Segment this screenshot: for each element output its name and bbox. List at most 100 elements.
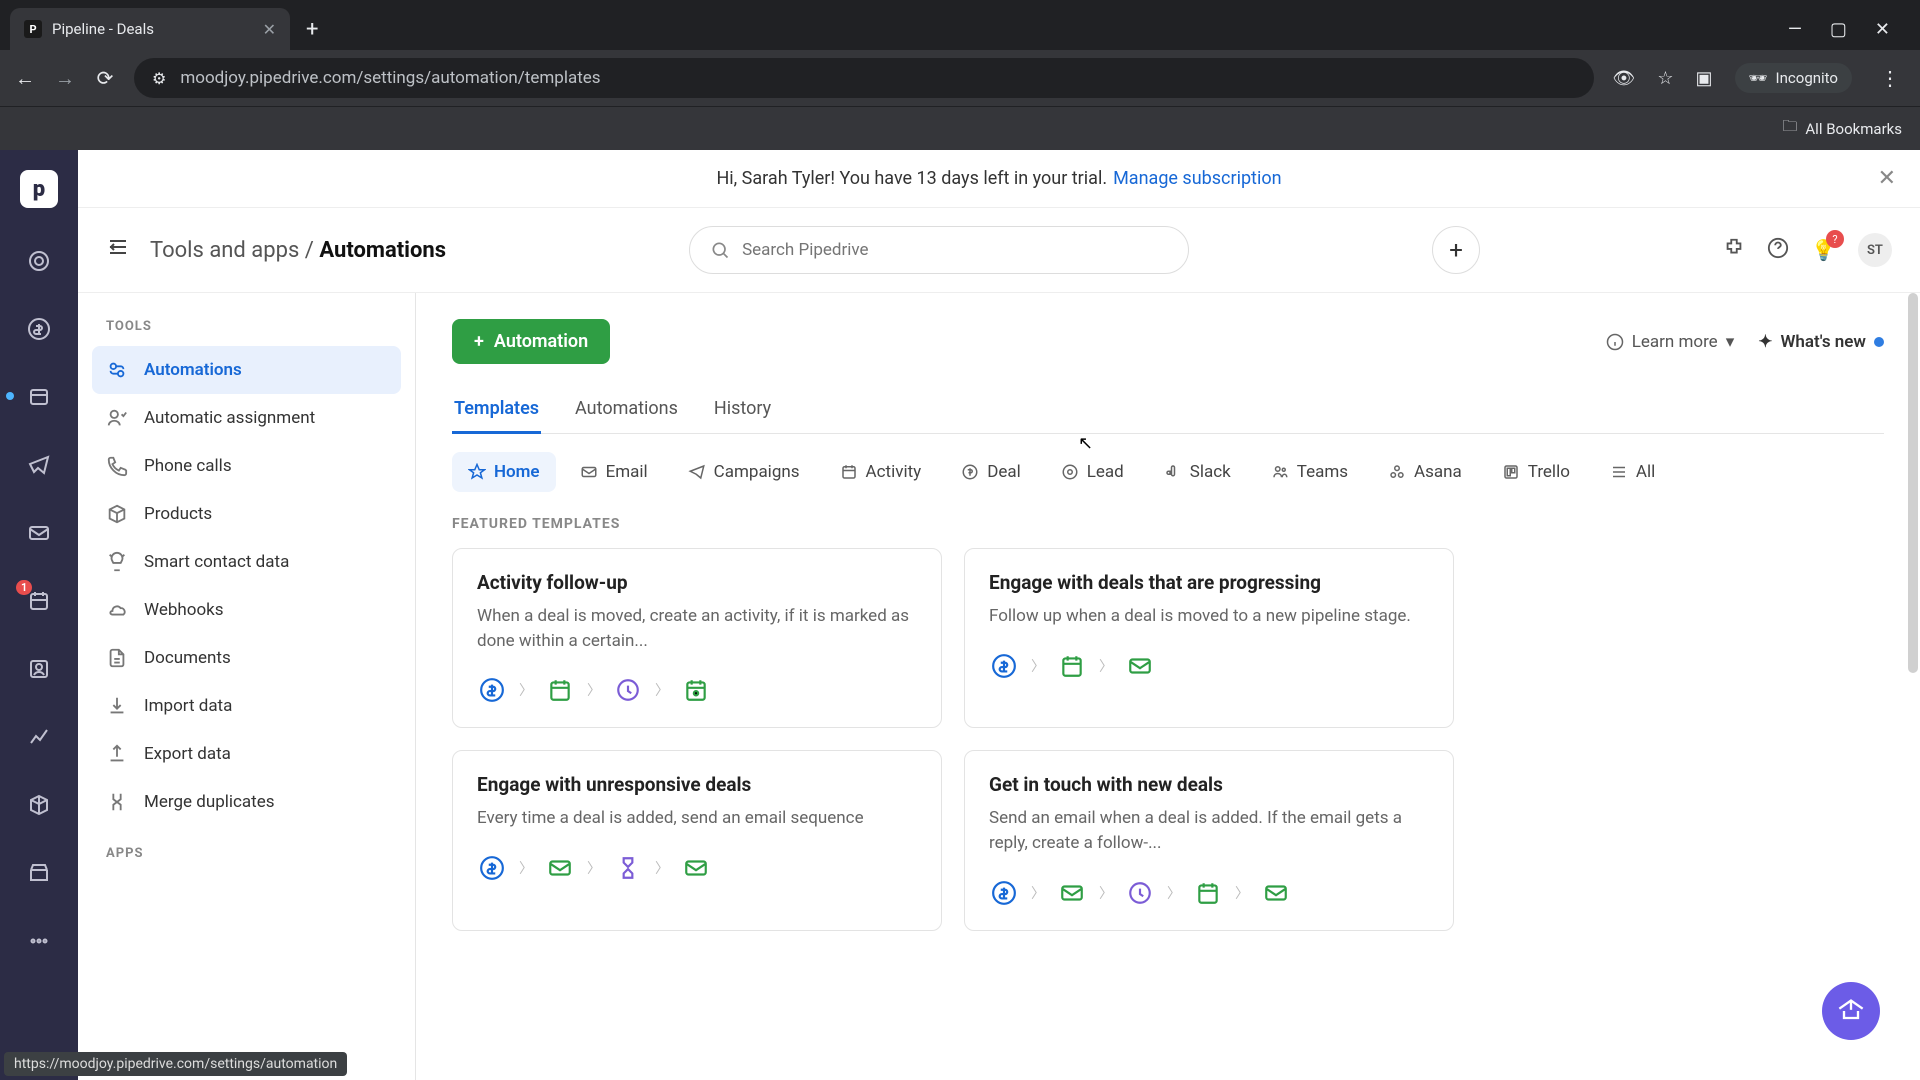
filter-email[interactable]: Email: [564, 452, 664, 492]
mail-icon: [1261, 878, 1291, 908]
chevron-right-icon: 〉: [655, 680, 669, 700]
search-input[interactable]: [742, 240, 1168, 260]
minimize-icon[interactable]: —: [1788, 19, 1802, 40]
tab-automations[interactable]: Automations: [573, 388, 680, 433]
tab-history[interactable]: History: [712, 388, 773, 433]
avatar[interactable]: ST: [1858, 233, 1892, 267]
app-logo[interactable]: p: [20, 170, 58, 208]
panel-icon[interactable]: ▣: [1695, 68, 1712, 89]
chevron-right-icon: 〉: [1031, 656, 1045, 676]
banner-close-icon[interactable]: ✕: [1878, 166, 1896, 191]
reload-icon[interactable]: ⟳: [94, 66, 116, 90]
filter-activity[interactable]: Activity: [824, 452, 938, 492]
help-icon[interactable]: [1767, 237, 1789, 264]
chevron-right-icon: 〉: [1099, 883, 1113, 903]
tab-templates[interactable]: Templates: [452, 388, 541, 433]
sidebar-item-label: Phone calls: [144, 456, 232, 476]
template-card[interactable]: Activity follow-upWhen a deal is moved, …: [452, 548, 942, 728]
sidebar-item-automations[interactable]: Automations: [92, 346, 401, 394]
chevron-right-icon: 〉: [655, 858, 669, 878]
filter-deal[interactable]: Deal: [945, 452, 1037, 492]
sidebar-item-products[interactable]: Products: [92, 490, 401, 538]
help-fab[interactable]: [1822, 982, 1880, 1040]
sidebar-item-automatic-assignment[interactable]: Automatic assignment: [92, 394, 401, 442]
quick-add-button[interactable]: +: [1432, 226, 1480, 274]
incognito-icon: 🕶: [1749, 69, 1768, 87]
new-automation-button[interactable]: + Automation: [452, 319, 610, 364]
contacts-icon[interactable]: [24, 654, 54, 684]
products-icon[interactable]: [24, 790, 54, 820]
learn-more-dropdown[interactable]: Learn more ▾: [1606, 332, 1735, 352]
tab-strip: P Pipeline - Deals ✕ + — ▢ ✕: [0, 0, 1920, 50]
flow-icons: 〉〉〉〉: [989, 878, 1429, 908]
trial-banner: Hi, Sarah Tyler! You have 13 days left i…: [78, 150, 1920, 208]
flow-icons: 〉〉〉: [477, 853, 917, 883]
extensions-icon[interactable]: [1723, 237, 1745, 264]
new-tab-button[interactable]: +: [294, 17, 330, 42]
sidebar-item-phone-calls[interactable]: Phone calls: [92, 442, 401, 490]
filter-asana[interactable]: Asana: [1372, 452, 1478, 492]
template-card[interactable]: Engage with unresponsive dealsEvery time…: [452, 750, 942, 930]
sidebar-item-label: Smart contact data: [144, 552, 289, 572]
template-card[interactable]: Engage with deals that are progressingFo…: [964, 548, 1454, 728]
site-settings-icon[interactable]: ⚙: [152, 69, 166, 88]
maximize-icon[interactable]: ▢: [1830, 19, 1847, 40]
filter-lead[interactable]: Lead: [1045, 452, 1140, 492]
filter-campaigns[interactable]: Campaigns: [672, 452, 816, 492]
all-bookmarks-label: All Bookmarks: [1805, 120, 1902, 138]
folder-icon: 🗀: [1782, 116, 1797, 141]
card-title: Engage with unresponsive deals: [477, 773, 917, 796]
learn-more-label: Learn more: [1632, 332, 1718, 352]
more-menu-icon[interactable]: ⋮: [1874, 66, 1906, 90]
forward-icon[interactable]: →: [54, 66, 76, 91]
eye-off-icon[interactable]: 👁: [1612, 68, 1635, 89]
sidebar-item-smart-contact-data[interactable]: Smart contact data: [92, 538, 401, 586]
sidebar-item-import-data[interactable]: Import data: [92, 682, 401, 730]
star-icon[interactable]: ☆: [1657, 68, 1673, 89]
whats-new-button[interactable]: ✦ What's new: [1758, 332, 1884, 352]
clock-icon: [1125, 878, 1155, 908]
filter-all[interactable]: All: [1594, 452, 1671, 492]
close-window-icon[interactable]: ✕: [1875, 19, 1890, 40]
chevron-right-icon: 〉: [519, 858, 533, 878]
all-bookmarks-button[interactable]: 🗀 All Bookmarks: [1782, 116, 1902, 141]
collapse-sidebar-icon[interactable]: [106, 235, 130, 265]
breadcrumb-root[interactable]: Tools and apps: [150, 238, 299, 263]
mail-icon[interactable]: [24, 518, 54, 548]
breadcrumb-current: Automations: [319, 238, 446, 263]
filter-slack[interactable]: Slack: [1148, 452, 1247, 492]
calendar-icon: [545, 675, 575, 705]
more-apps-icon[interactable]: [24, 926, 54, 956]
url-field[interactable]: ⚙ moodjoy.pipedrive.com/settings/automat…: [134, 58, 1594, 98]
card-desc: Send an email when a deal is added. If t…: [989, 806, 1429, 855]
sidebar-item-webhooks[interactable]: Webhooks: [92, 586, 401, 634]
close-tab-icon[interactable]: ✕: [263, 20, 276, 39]
filter-trello[interactable]: Trello: [1486, 452, 1586, 492]
filter-teams[interactable]: Teams: [1255, 452, 1364, 492]
sidebar-item-export-data[interactable]: Export data: [92, 730, 401, 778]
campaigns-icon[interactable]: [24, 450, 54, 480]
flow-icons: 〉〉〉: [477, 675, 917, 705]
projects-icon[interactable]: [24, 382, 54, 412]
incognito-chip[interactable]: 🕶 Incognito: [1735, 63, 1853, 93]
banner-text: Hi, Sarah Tyler! You have 13 days left i…: [716, 168, 1107, 189]
chevron-right-icon: 〉: [1031, 883, 1045, 903]
chevron-right-icon: 〉: [1167, 883, 1181, 903]
filter-home[interactable]: Home: [452, 452, 556, 492]
sidebar-item-documents[interactable]: Documents: [92, 634, 401, 682]
template-cards: Activity follow-upWhen a deal is moved, …: [452, 548, 1884, 931]
filter-row: HomeEmailCampaignsActivityDealLeadSlackT…: [452, 452, 1884, 492]
scrollbar[interactable]: [1908, 293, 1918, 673]
deals-icon[interactable]: [24, 314, 54, 344]
manage-subscription-link[interactable]: Manage subscription: [1113, 168, 1281, 189]
back-icon[interactable]: ←: [14, 66, 36, 91]
marketplace-icon[interactable]: [24, 858, 54, 888]
search-box[interactable]: [689, 226, 1189, 274]
insights-icon[interactable]: [24, 722, 54, 752]
browser-tab[interactable]: P Pipeline - Deals ✕: [10, 8, 290, 50]
template-card[interactable]: Get in touch with new dealsSend an email…: [964, 750, 1454, 930]
activities-icon[interactable]: 1: [24, 586, 54, 616]
tips-icon[interactable]: 💡?: [1811, 238, 1836, 262]
sidebar-item-merge-duplicates[interactable]: Merge duplicates: [92, 778, 401, 826]
focus-icon[interactable]: [24, 246, 54, 276]
